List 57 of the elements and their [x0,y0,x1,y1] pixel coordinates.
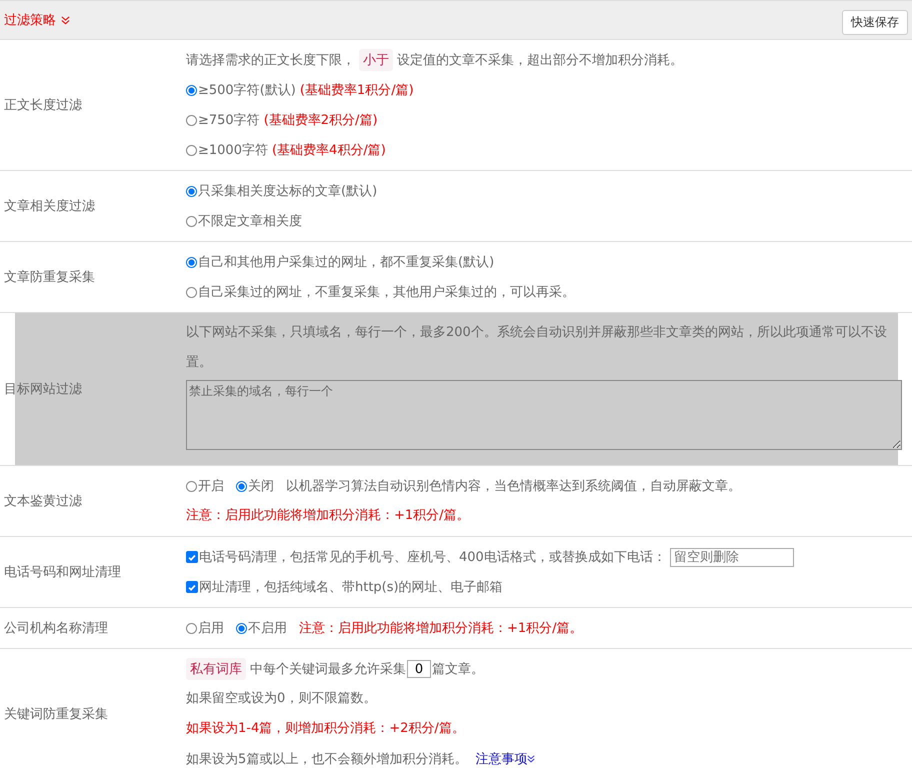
radio-button[interactable] [236,622,247,634]
row-label: 关键词防重复采集 [4,706,108,723]
radio-button[interactable] [186,622,197,634]
description-text: 如果设为5篇或以上，也不会额外增加积分消耗。 [186,751,468,768]
description-text: 以机器学习算法自动识别色情内容，当色情概率达到系统阈值，自动屏蔽文章。 [286,478,741,495]
tag: 私有词库 [186,658,246,680]
description-text: 以下网站不采集，只填域名，每行一个，最多200个。系统会自动识别并屏蔽那些非文章类的网站，所以此项通常可以不设置。 [186,324,888,372]
row-label: 正文长度过滤 [4,97,82,114]
radio-label[interactable]: 自己和其他用户采集过的网址，都不重复采集(默认) [198,253,494,271]
description-text: 如果留空或设为0，则不限篇数。 [186,690,376,708]
row-label: 文本鉴黄过滤 [4,493,82,510]
description-text: 请选择需求的正文长度下限， [186,52,355,69]
radio-button[interactable] [236,480,247,492]
description-text: 中每个关键词最多允许采集 [250,661,406,678]
radio-label[interactable]: 启用 [198,619,224,637]
tag: 小于 [359,49,393,71]
radio-label[interactable]: 自己采集过的网址，不重复采集，其他用户采集过的，可以再采。 [198,283,575,301]
row-label: 电话号码和网址清理 [4,564,121,581]
radio-label[interactable]: 只采集相关度达标的文章(默认) [198,182,378,200]
radio-label[interactable]: 开启 [198,477,224,495]
row-label: 文章相关度过滤 [4,198,95,215]
radio-button[interactable] [186,84,197,96]
radio-label[interactable]: 不限定文章相关度 [198,212,302,230]
checkbox-label[interactable]: 网址清理，包括纯域名、带http(s)的网址、电子邮箱 [199,578,503,596]
radio-label[interactable]: 不启用 [248,619,287,637]
radio-button[interactable] [186,286,197,298]
radio-label[interactable]: ≥750字符 [198,111,260,129]
radio-label[interactable]: 关闭 [248,477,274,495]
description-text: 设定值的文章不采集，超出部分不增加积分消耗。 [397,52,683,69]
row-label: 文章防重复采集 [4,269,95,286]
radio-label[interactable]: ≥500字符(默认) [198,81,296,99]
count-input-field[interactable]: 0 [407,660,431,678]
description-text: 篇文章。 [432,661,484,678]
radio-button[interactable] [186,216,197,226]
chevron-down-icon[interactable] [61,16,70,24]
section-title[interactable]: 过滤策略 [4,11,56,29]
fee-note: (基础费率1积分/篇) [300,82,414,99]
row-label: 目标网站过滤 [4,381,82,398]
radio-button[interactable] [186,256,197,268]
chevron-down-icon [527,755,536,763]
warning-text: 注意：启用此功能将增加积分消耗：+1积分/篇。 [186,507,470,525]
radio-button[interactable] [186,144,197,156]
radio-label[interactable]: ≥1000字符 [198,141,268,159]
fee-note: (基础费率2积分/篇) [264,112,378,129]
radio-button[interactable] [186,480,197,492]
checkbox[interactable] [186,551,198,563]
radio-button[interactable] [186,114,197,126]
notes-link[interactable]: 注意事项 [475,750,528,768]
checkbox-label[interactable]: 电话号码清理，包括常见的手机号、座机号、400电话格式，或替换成如下电话： [199,548,666,566]
save-button[interactable]: 快速保存 [842,10,908,34]
phone-input-field[interactable]: 留空则删除 [670,548,794,566]
warning-text: 如果设为1-4篇，则增加积分消耗：+2积分/篇。 [186,720,465,738]
radio-button[interactable] [186,186,197,196]
checkbox[interactable] [186,581,198,593]
fee-note: (基础费率4积分/篇) [272,142,386,159]
warning-text: 注意：启用此功能将增加积分消耗：+1积分/篇。 [299,620,583,637]
row-label: 公司机构名称清理 [4,620,108,637]
